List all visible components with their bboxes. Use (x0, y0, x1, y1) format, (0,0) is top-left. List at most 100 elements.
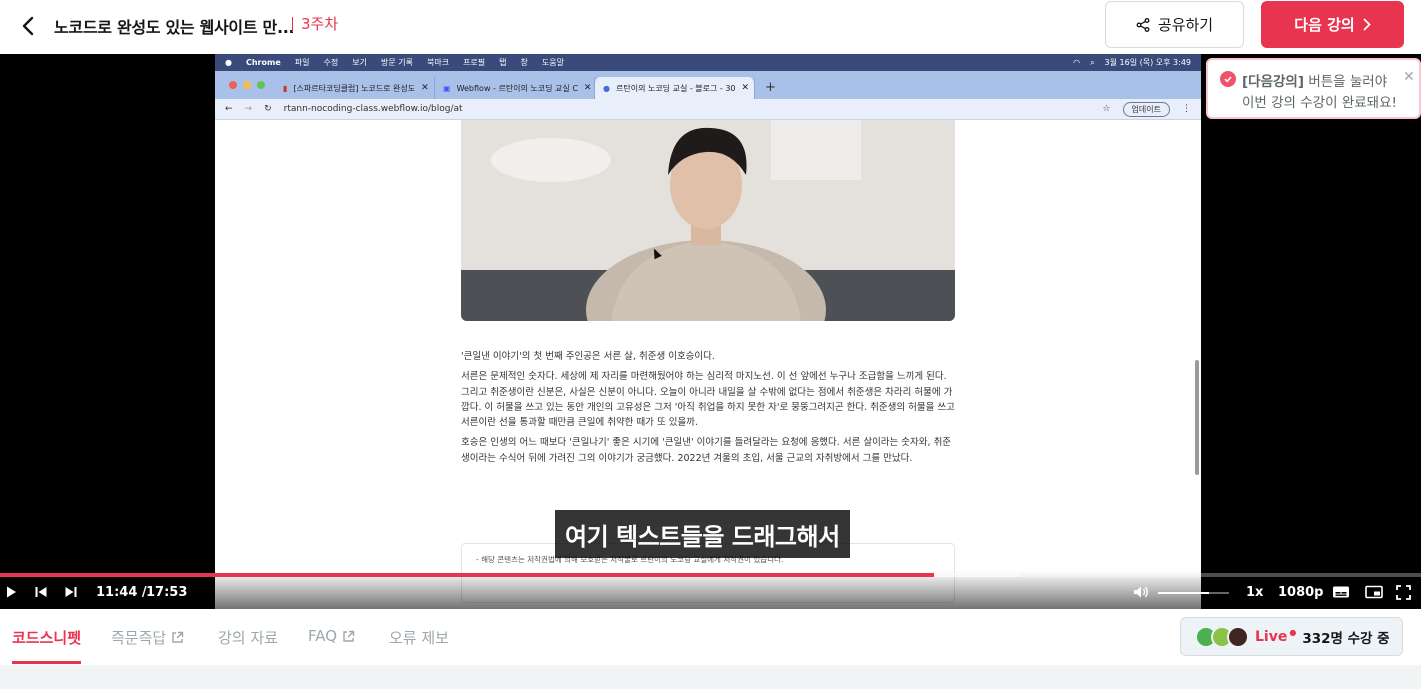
progress-fill (0, 573, 934, 577)
share-button[interactable]: 공유하기 (1105, 1, 1244, 48)
browser-tab-title: 르탄이의 노코딩 교실 - 블로그 - 30 (615, 83, 736, 93)
close-icon[interactable]: ✕ (1403, 69, 1415, 85)
tab-label: 코드스니펫 (12, 629, 82, 647)
share-label: 공유하기 (1157, 16, 1214, 34)
blog-paragraph: 호승은 인생의 어느 때보다 '큰일나기' 좋은 시기에 '큰일낸' 이야기를 … (461, 437, 952, 464)
close-icon: ✕ (583, 83, 592, 93)
menubar-item: 방문 기록 (380, 58, 413, 67)
pip-button[interactable] (1365, 585, 1383, 599)
play-button[interactable] (4, 585, 18, 599)
tab-favicon-icon: ● (603, 83, 610, 93)
avatar-group (1195, 625, 1249, 648)
tab-favicon-icon: ▮ (283, 83, 288, 93)
wifi-icon: ◠ (1073, 58, 1081, 67)
next-lecture-button[interactable]: 다음 강의 (1261, 1, 1404, 48)
close-icon: ✕ (421, 83, 429, 93)
close-icon: ✕ (741, 83, 750, 93)
subtitle-caption: 여기 텍스트들을 드래그해서 (555, 510, 850, 558)
fullscreen-icon (1396, 585, 1411, 600)
menubar-item: 수정 (323, 58, 339, 67)
volume-slider[interactable] (1158, 592, 1229, 594)
week-badge: 3주차 (292, 17, 338, 32)
quality-button[interactable]: 1080p (1278, 585, 1324, 600)
browser-omnibox: ← → ↻ rtann-nocoding-class.webflow.io/bl… (215, 99, 1201, 120)
skip-previous-icon (35, 587, 47, 597)
next-lecture-toast: [다음강의] 버튼을 눌러야 이번 강의 수강이 완료돼요! ✕ (1206, 58, 1421, 119)
menubar-item: 프로필 (463, 58, 486, 67)
current-time: 11:44 / (96, 585, 147, 600)
tab-label: 오류 제보 (389, 629, 449, 647)
live-viewer-count: 332명 수강 중 (1302, 630, 1390, 647)
blog-paragraph: 서른은 문제적인 숫자다. 세상에 제 자리를 마련해뒀어야 하는 심리적 마지… (461, 371, 955, 429)
chevron-right-icon (1363, 18, 1371, 31)
volume-icon (1134, 586, 1148, 598)
progress-bar[interactable] (0, 573, 1421, 577)
search-icon: ⌕ (1090, 57, 1095, 67)
tab-label: FAQ (308, 627, 338, 645)
close-window-icon (229, 81, 237, 89)
arrow-right-icon: → (244, 104, 253, 114)
menubar-item: 북마크 (426, 58, 450, 67)
active-tab-indicator (12, 661, 81, 664)
arrow-left-icon: ← (225, 104, 233, 114)
kebab-icon: ⋮ (1182, 104, 1191, 114)
menubar-item: 보기 (352, 58, 367, 67)
minimize-window-icon (243, 81, 251, 89)
subtitles-button[interactable] (1332, 585, 1350, 599)
maximize-window-icon (257, 81, 265, 89)
menubar-clock: 3월 16일 (목) 오후 3:49 (1104, 58, 1191, 67)
course-title: 노코드로 완성도 있는 웹사이트 만... (54, 18, 295, 37)
tab-lecture-materials[interactable]: 강의 자료 (218, 627, 278, 648)
menubar-app-name: Chrome (245, 58, 281, 67)
tab-error-report[interactable]: 오류 제보 (389, 627, 449, 648)
footer-strip (0, 665, 1421, 689)
live-label: Live (1255, 628, 1288, 645)
check-icon (1220, 71, 1236, 87)
volume-fill (1158, 592, 1210, 594)
fullscreen-button[interactable] (1396, 585, 1411, 600)
browser-update-button: 업데이트 (1122, 101, 1170, 117)
apple-icon: ● (225, 58, 232, 67)
next-lecture-label: 다음 강의 (1294, 16, 1355, 34)
share-icon (1136, 17, 1150, 32)
blog-scrollbar (1195, 360, 1199, 475)
back-button[interactable] (14, 12, 42, 40)
browser-tab: ▣ Webflow - 르탄이의 노코딩 교실 C ✕ (435, 77, 595, 99)
browser-url: rtann-nocoding-class.webflow.io/blog/at (283, 104, 463, 114)
tab-label: 즉문즉답 (111, 629, 167, 647)
volume-button[interactable] (1133, 585, 1150, 599)
live-dot-icon: ● (1289, 628, 1297, 637)
toast-line-2: 이번 강의 수강이 완료돼요! (1242, 95, 1397, 111)
browser-tab-active: ● 르탄이의 노코딩 교실 - 블로그 - 30 ✕ (595, 77, 755, 99)
mac-menubar: ● Chrome 파일 수정 보기 방문 기록 북마크 프로필 탭 창 도움말 … (215, 54, 1201, 71)
browser-tab-title: Webflow - 르탄이의 노코딩 교실 C (456, 83, 578, 93)
star-icon: ☆ (1102, 104, 1111, 114)
external-link-icon (343, 630, 355, 642)
tab-faq[interactable]: FAQ (308, 627, 355, 645)
total-time: 17:53 (146, 585, 188, 600)
menubar-item: 도움말 (541, 58, 564, 67)
window-controls (229, 81, 265, 89)
tab-code-snippet[interactable]: 코드스니펫 (12, 627, 81, 648)
top-bar: 노코드로 완성도 있는 웹사이트 만... 3주차 공유하기 다음 강의 (0, 0, 1421, 54)
bottom-tab-bar: 코드스니펫 즉문즉답 강의 자료 FAQ 오류 제보 Live ● 332명 수… (0, 609, 1421, 665)
menubar-item: 창 (520, 58, 528, 67)
plus-icon: + (765, 80, 776, 95)
playback-speed-button[interactable]: 1x (1246, 585, 1263, 600)
previous-button[interactable] (34, 585, 48, 599)
toast-highlight: [다음강의] (1242, 74, 1305, 90)
video-player[interactable]: ● Chrome 파일 수정 보기 방문 기록 북마크 프로필 탭 창 도움말 … (0, 54, 1421, 609)
blog-paragraph: '큰일낸 이야기'의 첫 번째 주인공은 서른 살, 취준생 이호승이다. (461, 351, 715, 362)
live-viewers-chip[interactable]: Live ● 332명 수강 중 (1180, 617, 1403, 656)
blog-hero-image (461, 120, 955, 321)
menubar-item: 탭 (499, 58, 507, 67)
browser-tab-strip: ▮ [스파르타코딩클럽] 노코드로 완성도 ✕ ▣ Webflow - 르탄이의… (215, 71, 1201, 99)
tab-favicon-icon: ▣ (443, 83, 451, 93)
next-button[interactable] (64, 585, 78, 599)
tab-qna[interactable]: 즉문즉답 (111, 627, 184, 648)
toast-line-1-text: 버튼을 눌러야 (1304, 74, 1388, 90)
player-controls: 11:44 / 17:53 1x 1080p (0, 571, 1421, 609)
skip-next-icon (65, 587, 77, 597)
toast-line-1: [다음강의] 버튼을 눌러야 (1242, 70, 1387, 90)
picture-in-picture-icon (1365, 585, 1383, 599)
